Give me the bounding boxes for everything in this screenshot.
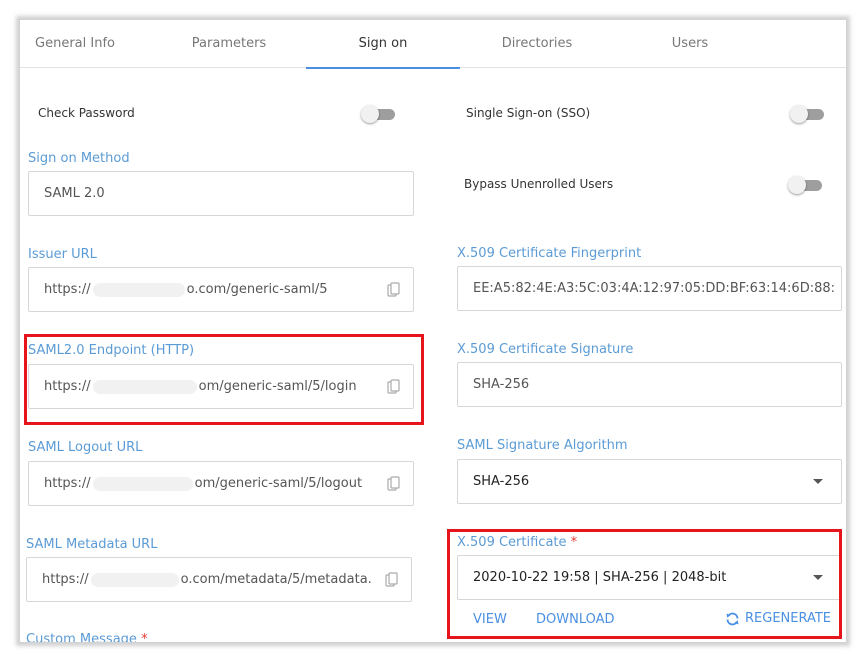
highlight-x509-certificate [447, 529, 842, 639]
highlight-saml-endpoint [24, 334, 424, 425]
tab-bar: General Info Parameters Sign on Director… [20, 20, 846, 69]
toggle-knob [790, 105, 808, 123]
sign-on-method-value: SAML 2.0 [44, 186, 105, 201]
chevron-down-icon [813, 479, 823, 484]
cert-signature-field[interactable]: SHA-256 [457, 362, 842, 407]
redacted-text [92, 476, 193, 491]
signature-algorithm-label: SAML Signature Algorithm [457, 438, 628, 453]
bypass-unenrolled-label: Bypass Unenrolled Users [464, 177, 614, 191]
cert-signature-label: X.509 Certificate Signature [457, 342, 634, 357]
signature-algorithm-value: SHA-256 [473, 474, 530, 489]
tab-parameters[interactable]: Parameters [170, 20, 288, 68]
redacted-text [92, 282, 185, 297]
issuer-url-value: https://o.com/generic-saml/5 [44, 282, 328, 297]
copy-icon[interactable] [385, 572, 399, 588]
issuer-url-label: Issuer URL [28, 247, 97, 262]
sign-on-method-label: Sign on Method [28, 151, 130, 166]
cert-fingerprint-field[interactable]: EE:A5:82:4E:A3:5C:03:4A:12:97:05:DD:BF:6… [457, 266, 842, 311]
redacted-text [90, 572, 179, 587]
issuer-url-field[interactable]: https://o.com/generic-saml/5 [28, 267, 414, 312]
saml-logout-label: SAML Logout URL [28, 440, 143, 455]
tab-general-info[interactable]: General Info [30, 20, 120, 68]
check-password-toggle[interactable] [361, 104, 397, 124]
cert-fingerprint-label: X.509 Certificate Fingerprint [457, 246, 642, 261]
saml-logout-value: https://om/generic-saml/5/logout [44, 476, 363, 491]
tab-sign-on[interactable]: Sign on [306, 20, 460, 69]
saml-metadata-field[interactable]: https://o.com/metadata/5/metadata.xn [26, 557, 412, 602]
copy-icon[interactable] [387, 476, 401, 492]
toggle-knob [788, 176, 806, 194]
cert-fingerprint-value: EE:A5:82:4E:A3:5C:03:4A:12:97:05:DD:BF:6… [473, 281, 835, 296]
signature-algorithm-select[interactable]: SHA-256 [457, 459, 842, 504]
sign-on-method-field[interactable]: SAML 2.0 [28, 171, 414, 216]
tab-directories[interactable]: Directories [476, 20, 598, 68]
tab-users[interactable]: Users [640, 20, 740, 68]
saml-logout-field[interactable]: https://om/generic-saml/5/logout [28, 461, 414, 506]
copy-icon[interactable] [387, 282, 401, 298]
sso-toggle[interactable] [790, 104, 826, 124]
bypass-unenrolled-toggle[interactable] [788, 175, 824, 195]
sso-label: Single Sign-on (SSO) [466, 106, 591, 120]
check-password-label: Check Password [38, 106, 135, 120]
toggle-knob [361, 105, 379, 123]
saml-metadata-value: https://o.com/metadata/5/metadata.xn [42, 572, 372, 587]
saml-metadata-label: SAML Metadata URL [26, 537, 158, 552]
custom-message-label: Custom Message * [26, 632, 148, 642]
cert-signature-value: SHA-256 [473, 377, 530, 392]
